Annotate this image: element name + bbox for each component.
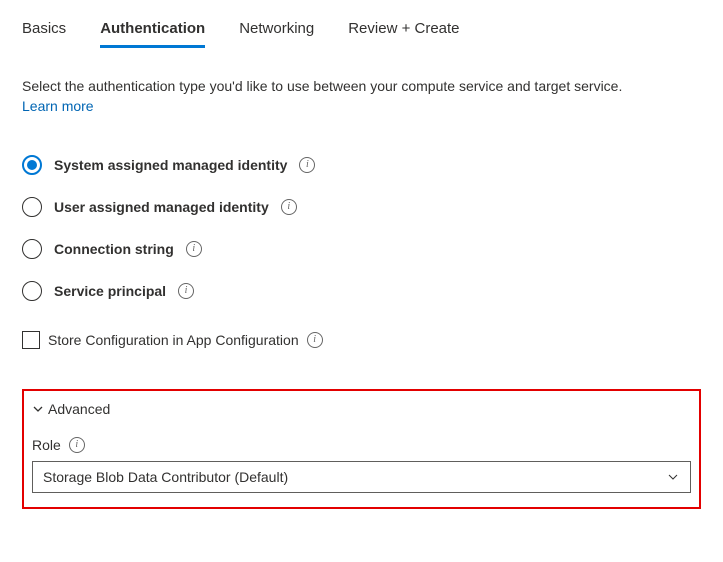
info-icon[interactable]: i: [178, 283, 194, 299]
radio-system-assigned[interactable]: [22, 155, 42, 175]
radio-label-user: User assigned managed identity: [54, 199, 269, 215]
store-config-label: Store Configuration in App Configuration: [48, 332, 299, 348]
role-dropdown-value: Storage Blob Data Contributor (Default): [43, 469, 288, 485]
radio-label-system: System assigned managed identity: [54, 157, 287, 173]
info-icon[interactable]: i: [281, 199, 297, 215]
radio-user-assigned[interactable]: [22, 197, 42, 217]
description-body: Select the authentication type you'd lik…: [22, 78, 622, 94]
tab-networking[interactable]: Networking: [239, 20, 314, 48]
store-config-row: Store Configuration in App Configuration…: [22, 331, 701, 349]
radio-label-conn: Connection string: [54, 241, 174, 257]
chevron-down-icon: [666, 470, 680, 484]
tab-basics[interactable]: Basics: [22, 20, 66, 48]
role-dropdown[interactable]: Storage Blob Data Contributor (Default): [32, 461, 691, 493]
radio-row-user: User assigned managed identity i: [22, 197, 701, 217]
radio-row-system: System assigned managed identity i: [22, 155, 701, 175]
advanced-section: Advanced Role i Storage Blob Data Contri…: [22, 389, 701, 509]
role-label-row: Role i: [32, 437, 691, 453]
chevron-down-icon: [32, 403, 44, 415]
radio-row-service-principal: Service principal i: [22, 281, 701, 301]
advanced-toggle[interactable]: Advanced: [32, 401, 691, 417]
tab-bar: Basics Authentication Networking Review …: [22, 20, 701, 48]
info-icon[interactable]: i: [299, 157, 315, 173]
store-config-checkbox[interactable]: [22, 331, 40, 349]
radio-service-principal[interactable]: [22, 281, 42, 301]
radio-row-connection-string: Connection string i: [22, 239, 701, 259]
learn-more-link[interactable]: Learn more: [22, 98, 94, 114]
auth-type-radio-group: System assigned managed identity i User …: [22, 155, 701, 301]
radio-connection-string[interactable]: [22, 239, 42, 259]
radio-label-sp: Service principal: [54, 283, 166, 299]
advanced-title: Advanced: [48, 401, 110, 417]
tab-authentication[interactable]: Authentication: [100, 20, 205, 48]
role-label: Role: [32, 437, 61, 453]
tab-review-create[interactable]: Review + Create: [348, 20, 459, 48]
info-icon[interactable]: i: [186, 241, 202, 257]
info-icon[interactable]: i: [307, 332, 323, 348]
info-icon[interactable]: i: [69, 437, 85, 453]
description-text: Select the authentication type you'd lik…: [22, 76, 662, 117]
